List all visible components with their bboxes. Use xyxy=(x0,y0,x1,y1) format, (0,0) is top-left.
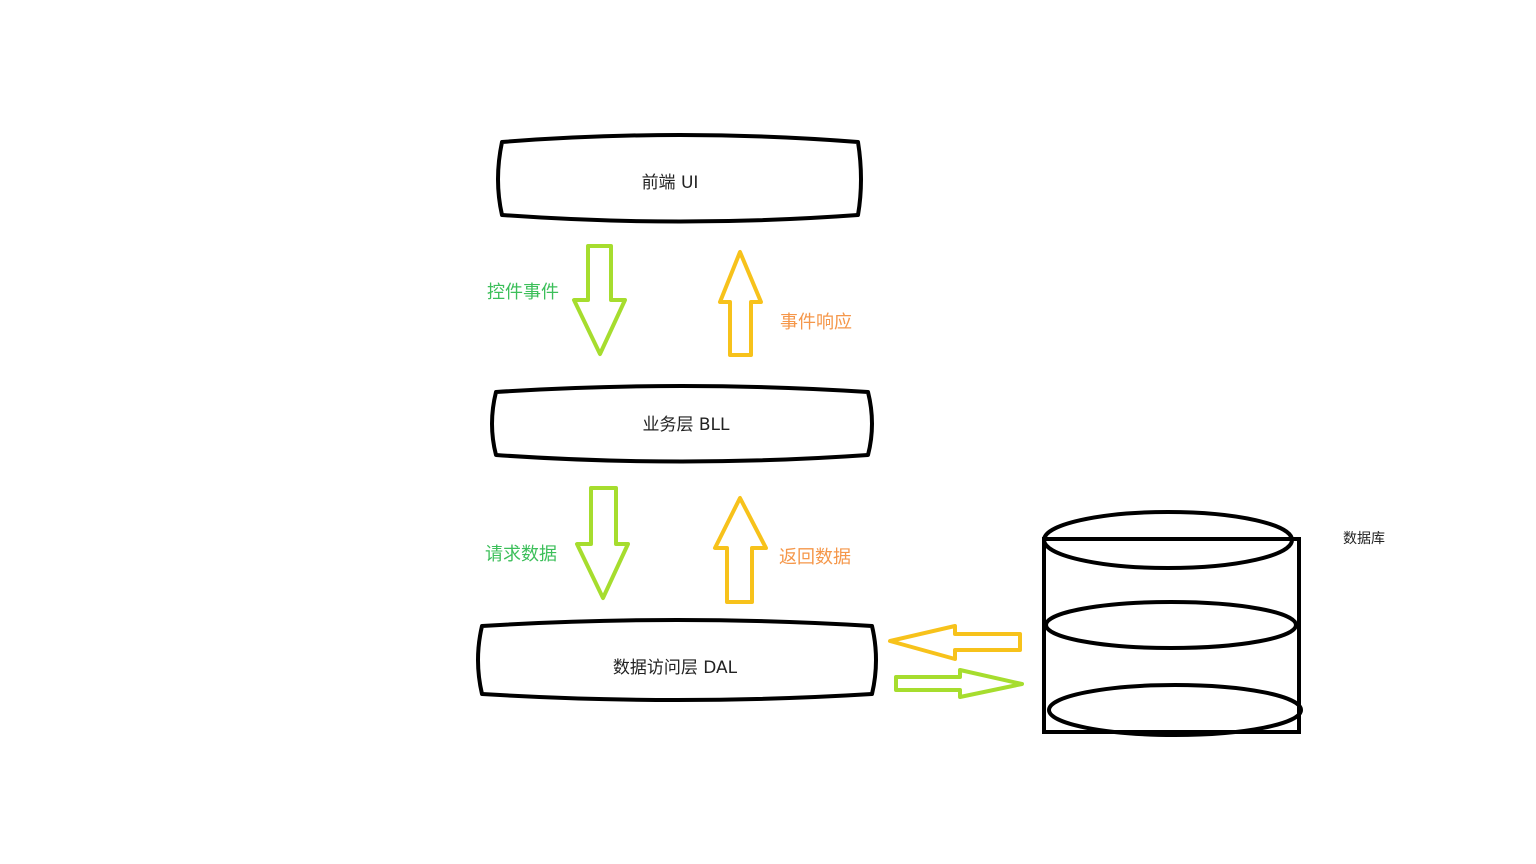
database-bottom-disk xyxy=(1047,683,1303,737)
bll-to-dal-arrow xyxy=(575,486,630,600)
ui-to-bll-label: 控件事件 xyxy=(487,282,559,303)
dal-to-bll-label: 返回数据 xyxy=(779,547,851,568)
bll-layer-box: 业务层 BLL xyxy=(490,384,874,464)
bll-to-ui-label: 事件响应 xyxy=(780,312,852,333)
dal-to-db-arrow xyxy=(894,668,1024,699)
bll-to-ui-arrow xyxy=(718,250,763,357)
database-cylinder xyxy=(1042,510,1303,737)
ui-to-bll-arrow xyxy=(572,244,627,356)
ui-layer-label: 前端 UI xyxy=(642,173,699,193)
ui-layer-box: 前端 UI xyxy=(496,133,863,224)
bll-layer-label: 业务层 BLL xyxy=(642,415,730,435)
db-to-dal-arrow xyxy=(888,624,1022,661)
dal-layer-label: 数据访问层 DAL xyxy=(613,658,738,678)
bll-to-dal-label: 请求数据 xyxy=(485,544,557,565)
database-middle-disk xyxy=(1044,600,1298,650)
dal-to-bll-arrow xyxy=(713,496,768,604)
dal-layer-box: 数据访问层 DAL xyxy=(476,618,878,702)
architecture-diagram: 前端 UI 控件事件 事件响应 业务层 BLL 请求数据 返回数据 数据访问层 … xyxy=(476,133,1385,737)
database-label: 数据库 xyxy=(1343,531,1385,547)
